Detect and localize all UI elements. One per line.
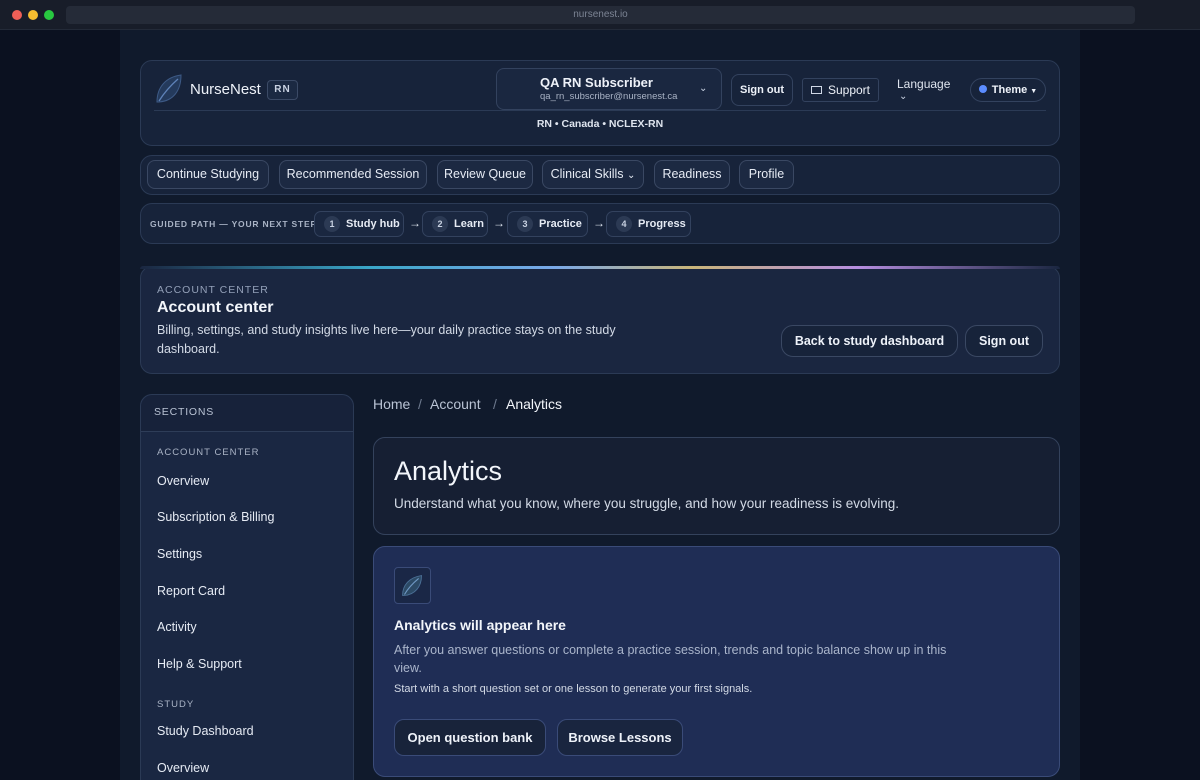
sidebar-group-title: STUDY bbox=[157, 699, 195, 710]
sign-out-button[interactable]: Sign out bbox=[731, 74, 793, 106]
back-to-dashboard-button[interactable]: Back to study dashboard bbox=[781, 325, 958, 357]
sidebar-item-study-overview[interactable]: Overview bbox=[157, 761, 209, 775]
theme-toggle[interactable]: Theme ▼ bbox=[970, 78, 1046, 102]
address-bar[interactable]: nursenest.io bbox=[66, 6, 1135, 24]
sidebar-item-subscription-billing[interactable]: Subscription & Billing bbox=[157, 510, 274, 524]
step-number: 4 bbox=[616, 216, 632, 232]
sidebar-item-settings[interactable]: Settings bbox=[157, 547, 202, 561]
caret-down-icon: ▼ bbox=[1030, 88, 1038, 95]
breadcrumb-account[interactable]: Account bbox=[430, 396, 481, 412]
page-gutter-left bbox=[0, 30, 120, 780]
support-button[interactable]: Support bbox=[802, 78, 879, 102]
arrow-right-icon: → bbox=[409, 216, 421, 230]
empty-state-description: After you answer questions or complete a… bbox=[394, 643, 947, 675]
page-subtitle: Understand what you know, where you stru… bbox=[394, 496, 900, 511]
step-study-hub[interactable]: 1 Study hub bbox=[314, 211, 404, 237]
step-label: Practice bbox=[539, 218, 582, 230]
credential-badge: RN bbox=[267, 80, 298, 100]
leaf-icon[interactable] bbox=[154, 73, 184, 105]
nav-review-queue[interactable]: Review Queue bbox=[437, 160, 533, 189]
chevron-down-icon: ⌄ bbox=[699, 83, 708, 94]
window-minimize-button[interactable] bbox=[28, 10, 38, 20]
browser-chrome: nursenest.io bbox=[0, 0, 1200, 30]
step-label: Progress bbox=[638, 218, 686, 230]
nav-profile[interactable]: Profile bbox=[739, 160, 794, 189]
step-label: Learn bbox=[454, 218, 484, 230]
step-progress[interactable]: 4 Progress bbox=[606, 211, 691, 237]
language-selector[interactable]: Language bbox=[897, 77, 950, 91]
chevron-down-icon[interactable]: ⌄ bbox=[899, 91, 907, 102]
step-practice[interactable]: 3 Practice bbox=[507, 211, 588, 237]
brand-name[interactable]: NurseNest bbox=[190, 81, 261, 98]
sidebar-item-activity[interactable]: Activity bbox=[157, 620, 197, 634]
empty-state-hint: Start with a short question set or one l… bbox=[394, 683, 753, 695]
sidebar-heading: SECTIONS bbox=[154, 406, 215, 418]
exam-context: RN • Canada • NCLEX-RN bbox=[536, 118, 664, 130]
breadcrumb-current: Analytics bbox=[506, 396, 563, 412]
window-close-button[interactable] bbox=[12, 10, 22, 20]
account-email: qa_rn_subscriber@nursenest.ca bbox=[540, 91, 678, 102]
empty-state-icon-box bbox=[394, 567, 431, 604]
breadcrumb-separator: / bbox=[418, 396, 422, 412]
sidebar-item-help-support[interactable]: Help & Support bbox=[157, 657, 242, 671]
browse-lessons-button[interactable]: Browse Lessons bbox=[557, 719, 683, 756]
account-name: QA RN Subscriber bbox=[540, 75, 653, 90]
leaf-icon bbox=[402, 575, 422, 596]
sidebar-group-title: ACCOUNT CENTER bbox=[157, 447, 260, 458]
arrow-right-icon: → bbox=[593, 216, 605, 230]
nav-clinical-skills[interactable]: Clinical Skills ⌄ bbox=[542, 160, 644, 189]
sidebar-item-overview[interactable]: Overview bbox=[157, 474, 209, 488]
support-label: Support bbox=[827, 83, 871, 97]
arrow-right-icon: → bbox=[493, 216, 505, 230]
breadcrumb-separator: / bbox=[493, 396, 497, 412]
banner-accent-bar bbox=[140, 266, 1060, 269]
theme-dot-icon bbox=[978, 85, 987, 93]
window-maximize-button[interactable] bbox=[44, 10, 54, 20]
banner-eyebrow: ACCOUNT CENTER bbox=[157, 284, 269, 296]
empty-state-title: Analytics will appear here bbox=[394, 617, 566, 633]
nav-readiness[interactable]: Readiness bbox=[654, 160, 730, 189]
nav-continue-studying[interactable]: Continue Studying bbox=[147, 160, 269, 189]
page-gutter-right bbox=[1080, 30, 1200, 780]
banner-description: Billing, settings, and study insights li… bbox=[157, 323, 616, 356]
nav-clinical-skills-label: Clinical Skills bbox=[550, 167, 624, 181]
step-number: 2 bbox=[432, 216, 448, 232]
nav-recommended-session[interactable]: Recommended Session bbox=[279, 160, 427, 189]
sidebar-item-report-card[interactable]: Report Card bbox=[157, 584, 225, 598]
theme-label: Theme bbox=[991, 84, 1028, 96]
breadcrumb-home[interactable]: Home bbox=[373, 396, 410, 412]
step-number: 3 bbox=[517, 216, 533, 232]
step-learn[interactable]: 2 Learn bbox=[422, 211, 488, 237]
open-question-bank-button[interactable]: Open question bank bbox=[394, 719, 546, 756]
sidebar-item-study-dashboard[interactable]: Study Dashboard bbox=[157, 724, 254, 738]
step-label: Study hub bbox=[346, 218, 400, 230]
page-title: Analytics bbox=[394, 456, 503, 486]
step-number: 1 bbox=[324, 216, 340, 232]
banner-sign-out-button[interactable]: Sign out bbox=[965, 325, 1043, 357]
banner-title: Account center bbox=[157, 299, 274, 316]
header-divider bbox=[154, 110, 1046, 111]
envelope-icon bbox=[810, 86, 822, 94]
chevron-down-icon: ⌄ bbox=[627, 170, 636, 181]
guided-path-label: GUIDED PATH — YOUR NEXT STEP bbox=[150, 219, 317, 229]
